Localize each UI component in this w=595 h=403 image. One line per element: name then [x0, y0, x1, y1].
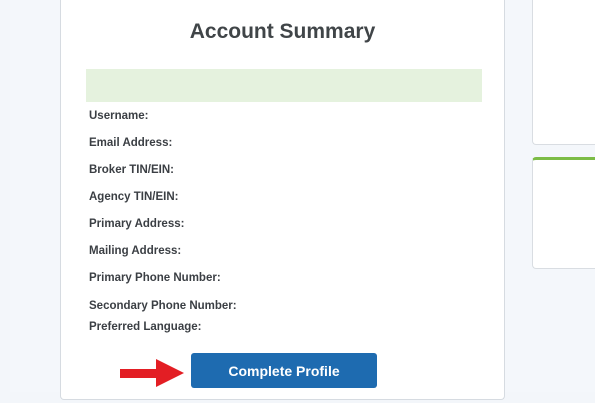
- right-arrow-icon: [120, 359, 184, 387]
- account-summary-card: Account Summary Username: Email Address:…: [60, 0, 505, 400]
- status-banner: [86, 69, 482, 102]
- side-panel-bottom: [532, 157, 595, 269]
- secondary-phone-label: Secondary Phone Number:: [89, 300, 237, 312]
- primary-address-label: Primary Address:: [89, 218, 185, 230]
- side-panel-top: [532, 0, 595, 145]
- username-label: Username:: [89, 110, 149, 122]
- preferred-language-label: Preferred Language:: [89, 321, 202, 333]
- complete-profile-button[interactable]: Complete Profile: [191, 353, 377, 388]
- card-title: Account Summary: [189, 20, 376, 43]
- mailing-address-label: Mailing Address:: [89, 245, 182, 257]
- agency-tin-label: Agency TIN/EIN:: [89, 191, 179, 203]
- email-address-label: Email Address:: [89, 137, 173, 149]
- primary-phone-label: Primary Phone Number:: [89, 272, 221, 284]
- broker-tin-label: Broker TIN/EIN:: [89, 164, 174, 176]
